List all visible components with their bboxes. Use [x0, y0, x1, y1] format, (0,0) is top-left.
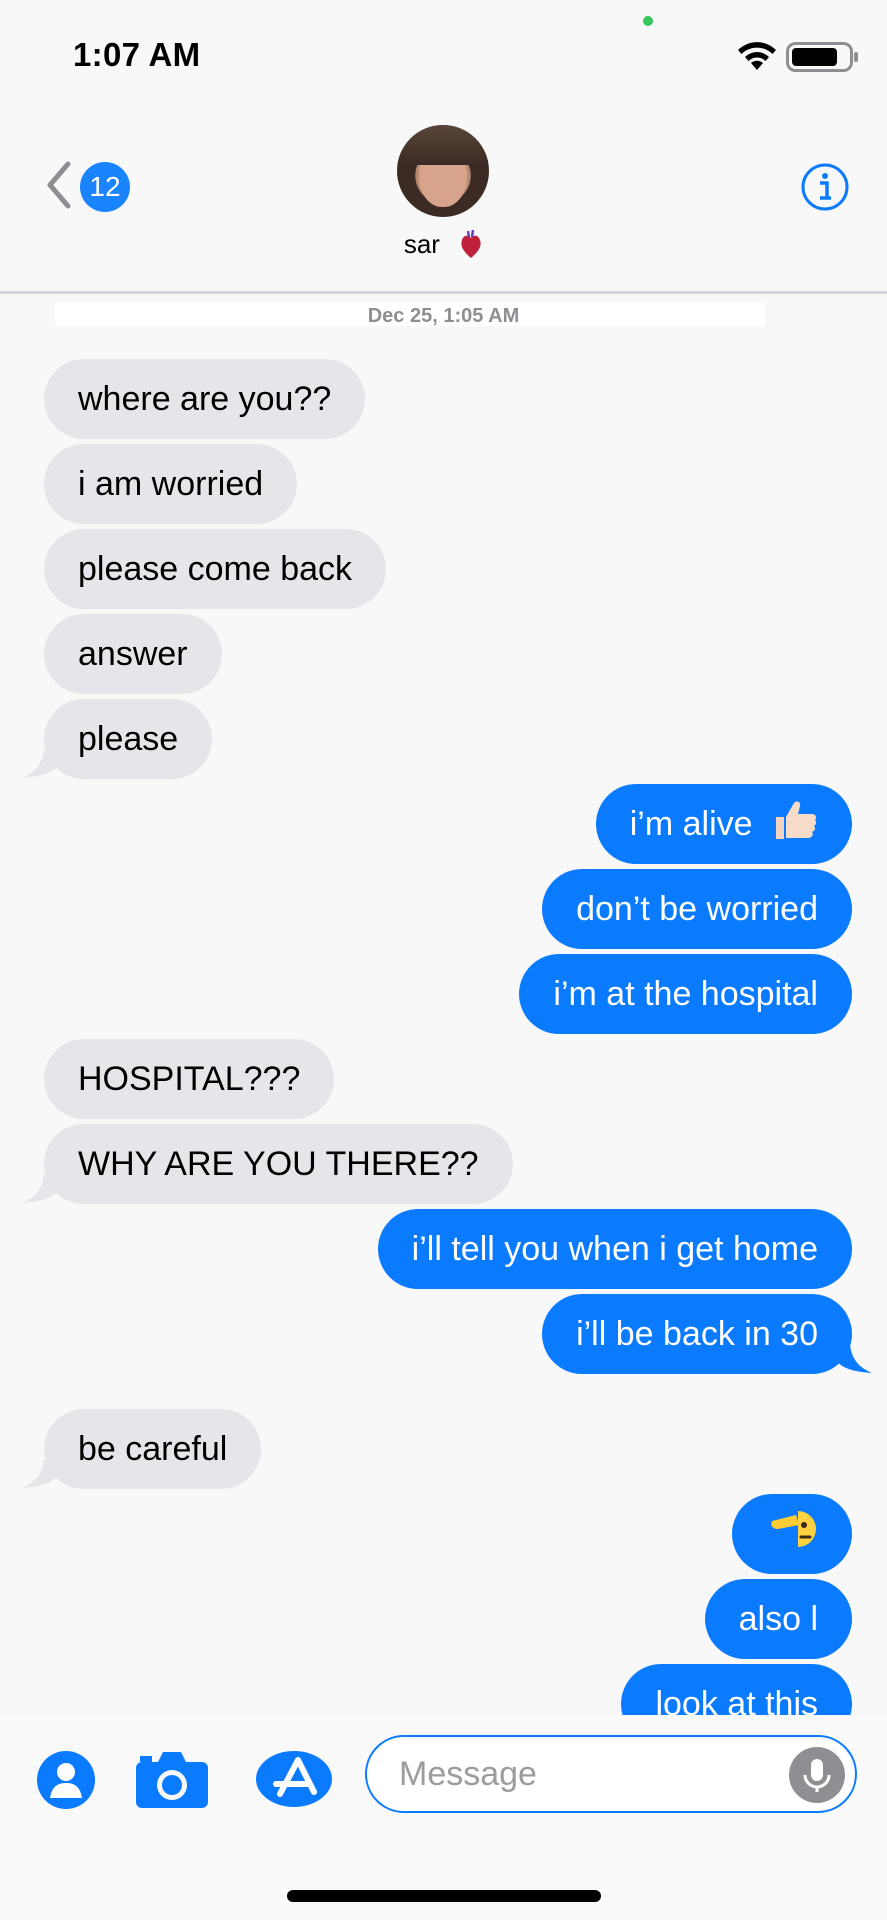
app-store-icon[interactable]: [252, 1748, 334, 1810]
contact-card-icon[interactable]: [36, 1750, 96, 1810]
message-bubble-outgoing[interactable]: also l: [704, 1579, 852, 1659]
message-bubble-incoming[interactable]: answer: [44, 614, 222, 694]
message-bubble-incoming[interactable]: HOSPITAL???: [44, 1039, 335, 1119]
status-time: 1:07 AM: [73, 36, 201, 73]
message-bubble-incoming[interactable]: please: [44, 699, 213, 779]
bubble-tail-incoming: [22, 750, 62, 778]
message-bubble-incoming[interactable]: be careful: [44, 1409, 262, 1489]
messages-screen: 1:07 AM 12 sar Dec 25, 1:05 AM where are…: [0, 0, 887, 1920]
contact-name: sar: [403, 229, 440, 259]
message-bubble-incoming[interactable]: where are you??: [44, 359, 366, 439]
message-text: be careful: [78, 1430, 228, 1468]
unread-count-badge[interactable]: 12: [80, 162, 130, 212]
message-bubble-outgoing[interactable]: i’ll tell you when i get home: [377, 1209, 852, 1289]
camera-in-use-indicator: [643, 16, 653, 26]
message-text: answer: [78, 635, 188, 673]
message-text: i am worried: [78, 465, 264, 503]
message-placeholder: Message: [399, 1755, 537, 1793]
contact-avatar[interactable]: [397, 125, 489, 217]
message-bubble-outgoing[interactable]: [732, 1494, 852, 1574]
message-text: i’m at the hospital: [553, 975, 818, 1013]
saluting-face-icon: [771, 1511, 816, 1547]
battery-icon: [786, 42, 858, 72]
contact-name-row[interactable]: sar: [0, 229, 887, 260]
message-bubble-outgoing[interactable]: i’m at the hospital: [519, 954, 852, 1034]
message-text: please: [78, 720, 179, 758]
message-bubble-incoming[interactable]: please come back: [44, 529, 387, 609]
message-bubble-incoming[interactable]: WHY ARE YOU THERE??: [44, 1124, 513, 1204]
message-bubble-outgoing[interactable]: i’m alive: [595, 784, 852, 864]
thumbs-up-icon: [776, 801, 817, 839]
home-indicator[interactable]: [287, 1890, 601, 1902]
message-text: don’t be worried: [576, 890, 818, 928]
message-text: i’m alive: [629, 805, 753, 843]
bubble-tail-incoming: [22, 1175, 62, 1203]
back-chevron-icon[interactable]: [44, 160, 74, 210]
message-bubble-outgoing[interactable]: i’ll be back in 30: [542, 1294, 852, 1374]
camera-icon[interactable]: [134, 1748, 210, 1810]
message-text: i’ll tell you when i get home: [411, 1230, 818, 1268]
message-text: HOSPITAL???: [78, 1060, 301, 1098]
message-bubble-incoming[interactable]: i am worried: [44, 444, 298, 524]
message-text: i’ll be back in 30: [576, 1315, 818, 1353]
bubble-tail-incoming: [22, 1460, 62, 1488]
message-text: where are you??: [78, 380, 332, 418]
message-text: also l: [738, 1600, 818, 1638]
bubble-tail-outgoing: [832, 1345, 872, 1373]
anatomical-heart-icon: [461, 229, 481, 258]
wifi-icon: [738, 42, 776, 70]
message-input[interactable]: Message: [365, 1735, 857, 1813]
message-text: WHY ARE YOU THERE??: [78, 1145, 479, 1183]
microphone-icon[interactable]: [789, 1747, 845, 1803]
info-icon[interactable]: [800, 162, 850, 212]
message-bubble-outgoing[interactable]: don’t be worried: [542, 869, 852, 949]
conversation-timestamp: Dec 25, 1:05 AM: [367, 305, 520, 327]
message-text: please come back: [78, 550, 353, 588]
